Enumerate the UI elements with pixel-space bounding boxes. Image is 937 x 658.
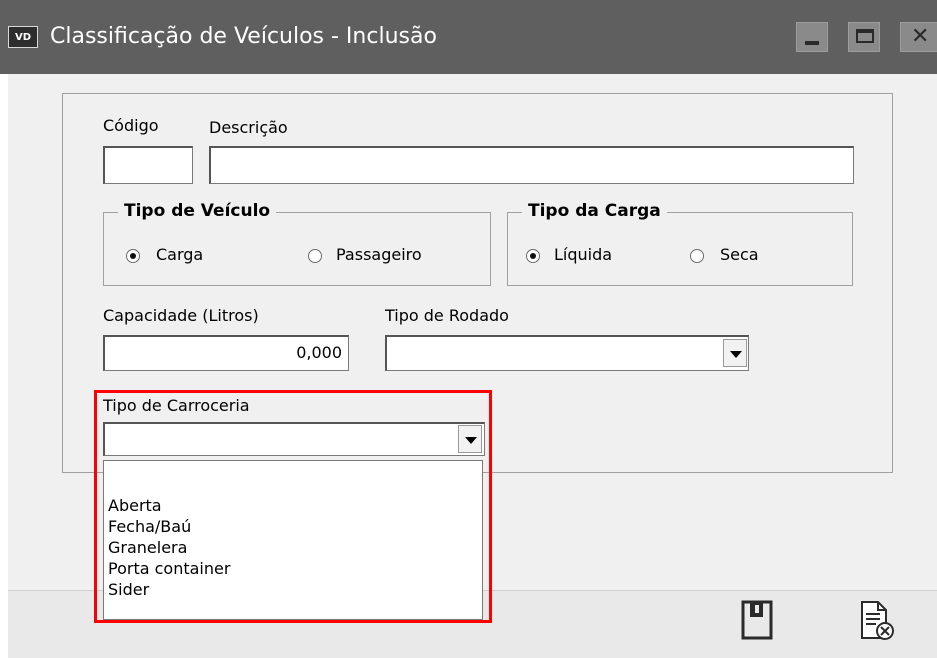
- capacidade-input[interactable]: 0,000: [103, 335, 349, 371]
- codigo-label: Código: [103, 116, 159, 135]
- dropdown-option-porta-container[interactable]: Porta container: [108, 558, 230, 579]
- tipo-carroceria-dropdown-list: Aberta Fecha/Baú Granelera Porta contain…: [103, 460, 483, 620]
- seca-label[interactable]: Seca: [720, 245, 759, 265]
- descricao-input[interactable]: [209, 146, 854, 184]
- window-title: Classificação de Veículos - Inclusão: [50, 24, 437, 49]
- passageiro-label[interactable]: Passageiro: [336, 245, 422, 265]
- descricao-label: Descrição: [209, 118, 288, 137]
- maximize-button[interactable]: [848, 22, 880, 52]
- tipo-rodado-label: Tipo de Rodado: [385, 306, 509, 325]
- dropdown-option-fecha-bau[interactable]: Fecha/Baú: [108, 516, 191, 537]
- close-icon: ✕: [911, 24, 930, 49]
- carga-label[interactable]: Carga: [156, 245, 203, 265]
- seca-radio[interactable]: [690, 249, 704, 263]
- carga-radio[interactable]: [126, 249, 140, 263]
- passageiro-radio[interactable]: [308, 249, 322, 263]
- tipo-veiculo-legend: Tipo de Veículo: [118, 199, 277, 223]
- tipo-carroceria-dropdown-button[interactable]: [458, 425, 482, 453]
- title-bar: VD Classificação de Veículos - Inclusão …: [0, 0, 937, 74]
- tipo-rodado-select[interactable]: [385, 335, 749, 371]
- codigo-input[interactable]: [103, 146, 193, 184]
- maximize-icon: [856, 29, 874, 43]
- tipo-carga-group: Tipo da Carga Líquida Seca: [507, 199, 853, 286]
- minimize-icon: [805, 41, 819, 45]
- save-icon[interactable]: [741, 600, 773, 640]
- app-icon: VD: [8, 26, 38, 48]
- capacidade-label: Capacidade (Litros): [103, 306, 259, 325]
- tipo-rodado-dropdown-button[interactable]: [723, 339, 747, 367]
- chevron-down-icon: [730, 351, 742, 358]
- tipo-carga-legend: Tipo da Carga: [522, 199, 667, 223]
- dropdown-option-aberta[interactable]: Aberta: [108, 495, 162, 516]
- cancel-document-icon[interactable]: [859, 600, 895, 642]
- dropdown-option-granelera[interactable]: Granelera: [108, 537, 187, 558]
- tipo-carroceria-select[interactable]: [103, 422, 485, 456]
- dropdown-option-sider[interactable]: Sider: [108, 579, 149, 600]
- tipo-carroceria-label: Tipo de Carroceria: [103, 396, 250, 415]
- chevron-down-icon: [465, 437, 477, 444]
- form-panel: Código Descrição Tipo de Veículo Carga P…: [62, 93, 893, 473]
- minimize-button[interactable]: [796, 22, 828, 52]
- liquida-radio[interactable]: [526, 249, 540, 263]
- tipo-veiculo-group: Tipo de Veículo Carga Passageiro: [103, 199, 491, 286]
- close-button[interactable]: ✕: [900, 22, 937, 52]
- liquida-label[interactable]: Líquida: [554, 245, 612, 265]
